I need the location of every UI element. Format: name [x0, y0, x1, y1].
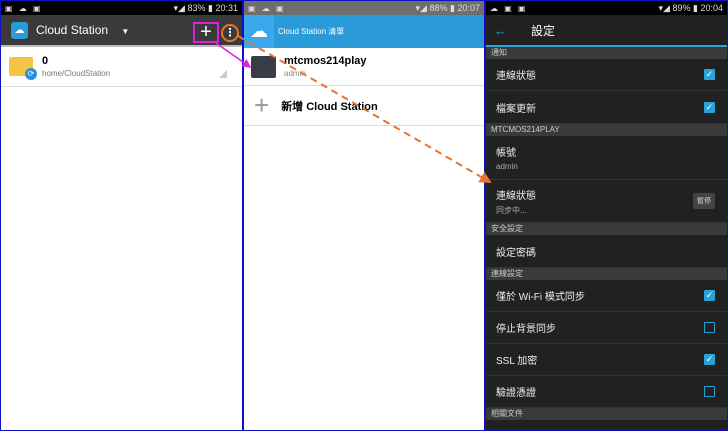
setting-value: 同步中... — [496, 205, 527, 215]
setting-conn-status[interactable]: 連線狀態 ✓ — [486, 59, 727, 91]
setting-label: 連線狀態 — [496, 190, 536, 202]
notification-icons: ▣ ☁ ▣ — [248, 3, 286, 13]
settings-title: 設定 — [531, 23, 556, 38]
setting-file-update[interactable]: 檔案更新 ✓ — [486, 91, 727, 124]
toolbar: ☁ Cloud Station ▼ + ⋮ — [1, 15, 242, 47]
status-right: ▾◢ 88% ▮ 20:07 — [415, 2, 480, 13]
list-header: ☁ Cloud Station 清單 — [244, 15, 484, 48]
server-list-item[interactable]: mtcmos214play admin — [244, 48, 484, 86]
setting-set-password[interactable]: 設定密碼 — [486, 235, 727, 268]
cloud-station-logo-icon: ☁ — [244, 15, 274, 48]
setting-label: 設定密碼 — [496, 247, 536, 259]
checkbox-unchecked[interactable] — [704, 322, 715, 333]
settings-screen: ☁ ▣ ▣ ▾◢ 89% ▮ 20:04 ← 設定 通知 連線狀態 ✓ 檔案更新 ✓… — [486, 1, 727, 430]
setting-wifi-only[interactable]: 僅於 Wi-Fi 模式同步 ✓ — [486, 280, 727, 312]
setting-stop-bg-sync[interactable]: 停止背景同步 — [486, 312, 727, 344]
nas-device-icon — [251, 55, 276, 78]
setting-label: 停止背景同步 — [496, 324, 556, 335]
setting-label: SSL 加密 — [496, 356, 538, 367]
setting-label: 僅於 Wi-Fi 模式同步 — [496, 292, 585, 303]
pause-button[interactable]: 暫停 — [693, 193, 715, 209]
checkbox-checked[interactable]: ✓ — [704, 354, 715, 365]
checkbox-unchecked[interactable] — [704, 386, 715, 397]
server-user: admin — [284, 69, 306, 78]
setting-conn-status-server: 連線狀態同步中... 暫停 — [486, 180, 727, 223]
settings-toolbar: ← 設定 — [486, 15, 727, 47]
section-security: 安全設定 — [486, 223, 727, 235]
setting-label: 檔案更新 — [496, 103, 536, 115]
cloud-station-list-screen: ▣ ☁ ▣ ▾◢ 88% ▮ 20:07 ☁ Cloud Station 清單 … — [244, 1, 484, 430]
setting-label: 連線狀態 — [496, 71, 536, 82]
checkbox-checked[interactable]: ✓ — [704, 290, 715, 301]
section-notify: 通知 — [486, 47, 727, 59]
section-connection: 連線設定 — [486, 268, 727, 280]
list-header-title: Cloud Station 清單 — [278, 27, 345, 36]
setting-value: admin — [496, 162, 518, 171]
server-name: mtcmos214play — [284, 55, 367, 67]
cloud-station-main-screen: ▣ ☁ ▣ ▾◢ 83% ▮ 20:31 ☁ Cloud Station ▼ +… — [1, 1, 242, 430]
status-right: ▾◢ 83% ▮ 20:31 — [173, 2, 238, 13]
checkbox-checked[interactable]: ✓ — [704, 69, 715, 80]
setting-verify-cert[interactable]: 驗證憑證 — [486, 376, 727, 408]
status-bar: ▣ ☁ ▣ ▾◢ 88% ▮ 20:07 — [244, 1, 484, 15]
dropdown-arrow-icon: ▼ — [121, 27, 130, 36]
setting-label: 帳號 — [496, 148, 516, 159]
setting-ssl[interactable]: SSL 加密 ✓ — [486, 344, 727, 376]
checkbox-checked[interactable]: ✓ — [704, 101, 715, 113]
add-cloud-station-item[interactable]: + 新增 Cloud Station — [244, 86, 484, 126]
cloud-station-logo-icon: ☁ — [11, 21, 28, 39]
more-options-button[interactable]: ⋮ — [221, 24, 239, 42]
add-cloud-station-label: 新增 Cloud Station — [281, 100, 378, 113]
folder-sync-icon: ⟳ — [9, 57, 37, 80]
status-bar: ▣ ☁ ▣ ▾◢ 83% ▮ 20:31 — [1, 1, 242, 15]
section-server: MTCMOS214PLAY — [486, 124, 727, 136]
app-title-dropdown[interactable]: Cloud Station ▼ — [36, 23, 129, 37]
back-arrow-icon[interactable]: ← — [494, 23, 507, 38]
folder-list-item[interactable]: ⟳ 0 home/CloudStation — [1, 47, 242, 87]
section-docs: 相關文件 — [486, 408, 727, 420]
status-right: ▾◢ 89% ▮ 20:04 — [658, 2, 723, 13]
plus-icon: + — [254, 90, 270, 120]
setting-label: 驗證憑證 — [496, 388, 536, 399]
folder-path: home/CloudStation — [42, 69, 111, 78]
corner-indicator-icon — [219, 70, 227, 78]
folder-name: 0 — [42, 55, 49, 67]
status-bar: ☁ ▣ ▣ ▾◢ 89% ▮ 20:04 — [486, 1, 727, 15]
add-button[interactable]: + — [193, 22, 219, 43]
notification-icons: ☁ ▣ ▣ — [490, 3, 528, 13]
notification-icons: ▣ ☁ ▣ — [5, 3, 43, 13]
setting-account[interactable]: 帳號 admin — [486, 136, 727, 180]
